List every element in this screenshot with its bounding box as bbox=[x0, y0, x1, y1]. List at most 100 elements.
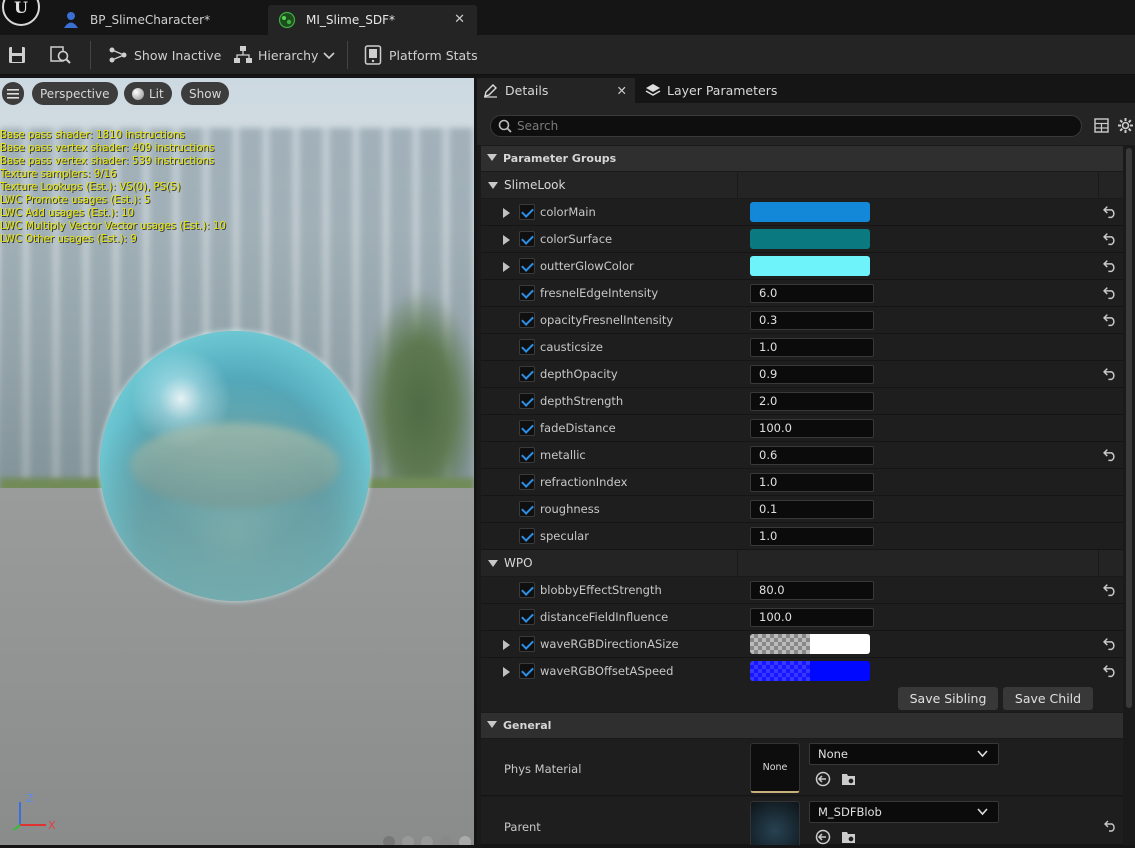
reset-to-default-icon[interactable] bbox=[1103, 259, 1117, 273]
save-button[interactable] bbox=[8, 35, 26, 75]
reset-to-default-icon[interactable] bbox=[1104, 820, 1117, 832]
param-enable-checkbox[interactable] bbox=[519, 501, 535, 517]
reset-to-default-icon[interactable] bbox=[1103, 637, 1117, 651]
param-row-blobbyEffectStrength: blobbyEffectStrength 80.0 bbox=[481, 577, 1123, 604]
param-name: waveRGBOffsetASpeed bbox=[540, 664, 674, 678]
tab-layer-parameters[interactable]: Layer Parameters bbox=[645, 78, 777, 103]
reset-to-default-icon[interactable] bbox=[1103, 664, 1117, 678]
param-value-input[interactable]: 0.6 bbox=[750, 446, 874, 465]
param-value-input[interactable]: 6.0 bbox=[750, 284, 874, 303]
param-value-input[interactable]: 100.0 bbox=[750, 608, 874, 627]
reset-to-default-icon[interactable] bbox=[1103, 205, 1117, 219]
reset-to-default-icon[interactable] bbox=[1103, 448, 1117, 462]
param-value-input[interactable]: 0.1 bbox=[750, 500, 874, 519]
hierarchy-dropdown[interactable]: Hierarchy bbox=[233, 35, 335, 75]
color-swatch[interactable] bbox=[750, 634, 870, 654]
details-scrollbar[interactable] bbox=[1126, 148, 1132, 708]
lit-button[interactable]: Lit bbox=[124, 82, 172, 105]
parent-value: M_SDFBlob bbox=[818, 805, 882, 819]
color-swatch[interactable] bbox=[750, 202, 870, 222]
param-enable-checkbox[interactable] bbox=[519, 474, 535, 490]
phys-material-dropdown[interactable]: None bbox=[809, 743, 999, 765]
expand-arrow-icon[interactable] bbox=[503, 208, 510, 218]
param-enable-checkbox[interactable] bbox=[519, 312, 535, 328]
general-header[interactable]: General bbox=[481, 713, 1123, 738]
browse-icon[interactable] bbox=[841, 829, 857, 845]
phys-material-thumbnail[interactable]: None bbox=[750, 743, 800, 793]
browse-icon[interactable] bbox=[841, 771, 857, 787]
color-swatch[interactable] bbox=[750, 661, 870, 681]
parent-thumbnail[interactable] bbox=[750, 801, 800, 845]
param-enable-checkbox[interactable] bbox=[519, 204, 535, 220]
save-sibling-button[interactable]: Save Sibling bbox=[898, 687, 998, 710]
param-enable-checkbox[interactable] bbox=[519, 366, 535, 382]
group-wpo[interactable]: WPO bbox=[481, 550, 1123, 577]
param-enable-checkbox[interactable] bbox=[519, 231, 535, 247]
tab-mi-slime-sdf[interactable]: MI_Slime_SDF* ✕ bbox=[268, 5, 477, 35]
param-enable-checkbox[interactable] bbox=[519, 258, 535, 274]
param-value-input[interactable]: 1.0 bbox=[750, 527, 874, 546]
param-value-input[interactable]: 0.3 bbox=[750, 311, 874, 330]
param-row-depthOpacity: depthOpacity 0.9 bbox=[481, 361, 1123, 388]
viewport-menu-button[interactable] bbox=[2, 82, 24, 105]
browse-asset-button[interactable] bbox=[50, 35, 72, 75]
reset-to-default-icon[interactable] bbox=[1103, 313, 1117, 327]
color-swatch[interactable] bbox=[750, 229, 870, 249]
param-value-input[interactable]: 1.0 bbox=[750, 338, 874, 357]
sphere-reflection bbox=[130, 423, 340, 508]
param-name: depthStrength bbox=[540, 394, 624, 408]
param-value-input[interactable]: 0.9 bbox=[750, 365, 874, 384]
color-swatch[interactable] bbox=[750, 256, 870, 276]
use-selected-icon[interactable] bbox=[815, 829, 831, 845]
group-slimelook[interactable]: SlimeLook bbox=[481, 172, 1123, 199]
expand-arrow-icon[interactable] bbox=[503, 667, 510, 677]
parent-dropdown[interactable]: M_SDFBlob bbox=[809, 801, 999, 823]
expand-arrow-icon[interactable] bbox=[503, 640, 510, 650]
param-name: colorMain bbox=[540, 205, 596, 219]
param-enable-checkbox[interactable] bbox=[519, 528, 535, 544]
param-enable-checkbox[interactable] bbox=[519, 285, 535, 301]
unreal-logo-icon[interactable]: U bbox=[0, 0, 40, 28]
tab-bp-slimecharacter[interactable]: BP_SlimeCharacter* bbox=[52, 5, 266, 35]
reset-to-default-icon[interactable] bbox=[1103, 367, 1117, 381]
stat-line: Texture samplers: 9/16 bbox=[0, 169, 117, 180]
param-enable-checkbox[interactable] bbox=[519, 339, 535, 355]
param-enable-checkbox[interactable] bbox=[519, 582, 535, 598]
expand-arrow-icon[interactable] bbox=[503, 262, 510, 272]
collapse-arrow-icon bbox=[487, 721, 497, 728]
param-enable-checkbox[interactable] bbox=[519, 663, 535, 679]
expand-arrow-icon[interactable] bbox=[503, 235, 510, 245]
platform-stats-button[interactable]: Platform Stats bbox=[364, 35, 478, 75]
close-tab-icon[interactable]: ✕ bbox=[454, 12, 465, 27]
tab-details[interactable]: Details ✕ bbox=[477, 78, 635, 103]
param-row-refractionIndex: refractionIndex 1.0 bbox=[481, 469, 1123, 496]
perspective-button[interactable]: Perspective bbox=[32, 82, 118, 105]
browse-search-icon bbox=[50, 46, 71, 64]
param-enable-checkbox[interactable] bbox=[519, 420, 535, 436]
shader-stats: Base pass shader: 1810 instructions Base… bbox=[0, 129, 226, 246]
param-value-input[interactable]: 2.0 bbox=[750, 392, 874, 411]
gear-icon[interactable] bbox=[1117, 117, 1134, 134]
param-enable-checkbox[interactable] bbox=[519, 636, 535, 652]
reset-to-default-icon[interactable] bbox=[1103, 286, 1117, 300]
param-enable-checkbox[interactable] bbox=[519, 447, 535, 463]
save-child-button[interactable]: Save Child bbox=[1003, 687, 1093, 710]
general-label: General bbox=[503, 719, 552, 732]
param-value-input[interactable]: 1.0 bbox=[750, 473, 874, 492]
close-details-icon[interactable]: ✕ bbox=[617, 83, 627, 98]
hierarchy-icon bbox=[234, 46, 252, 63]
param-value-input[interactable]: 100.0 bbox=[750, 419, 874, 438]
show-inactive-button[interactable]: Show Inactive bbox=[108, 35, 221, 75]
reset-to-default-icon[interactable] bbox=[1103, 232, 1117, 246]
show-button[interactable]: Show bbox=[181, 82, 230, 105]
table-view-icon[interactable] bbox=[1094, 118, 1109, 133]
reset-to-default-icon[interactable] bbox=[1103, 583, 1117, 597]
param-enable-checkbox[interactable] bbox=[519, 609, 535, 625]
use-selected-icon[interactable] bbox=[815, 771, 831, 787]
search-input[interactable]: Search bbox=[490, 115, 1082, 137]
preview-mesh-shape-buttons[interactable] bbox=[380, 834, 474, 848]
parameter-groups-header[interactable]: Parameter Groups bbox=[481, 146, 1123, 171]
param-value-input[interactable]: 80.0 bbox=[750, 581, 874, 600]
param-row-depthStrength: depthStrength 2.0 bbox=[481, 388, 1123, 415]
param-enable-checkbox[interactable] bbox=[519, 393, 535, 409]
